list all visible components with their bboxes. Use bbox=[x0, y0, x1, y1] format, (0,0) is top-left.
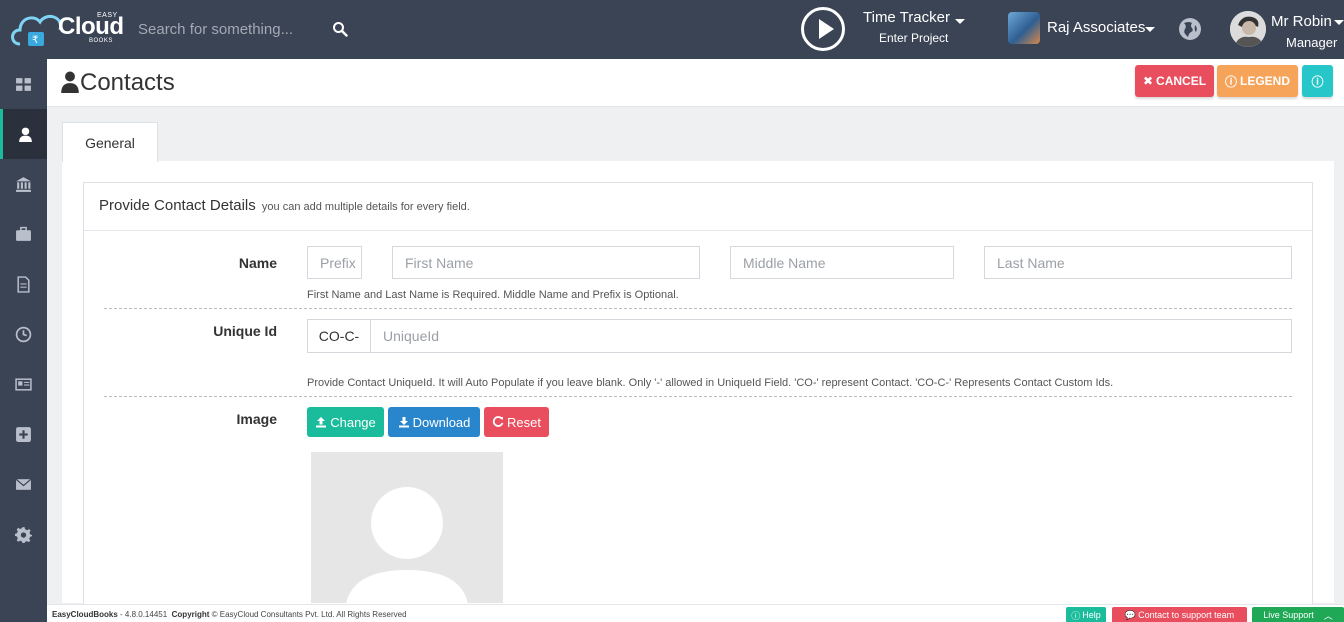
search-icon[interactable] bbox=[332, 21, 348, 37]
download-icon bbox=[398, 417, 409, 428]
footer-version: - 4.8.0.14451 bbox=[120, 610, 168, 619]
info-icon: ⓘ bbox=[1224, 74, 1237, 89]
legend-label: LEGEND bbox=[1240, 74, 1291, 88]
page-header: Contacts ✖ CANCEL ⓘ LEGEND ⓘ bbox=[47, 59, 1344, 107]
divider bbox=[104, 396, 1292, 397]
panel-title-text: Provide Contact Details bbox=[99, 197, 256, 214]
tab-general[interactable]: General bbox=[62, 122, 158, 162]
footer-app-name: EasyCloudBooks bbox=[52, 610, 118, 619]
avatar[interactable] bbox=[1230, 11, 1266, 47]
panel-subtitle: you can add multiple details for every f… bbox=[261, 201, 470, 213]
page-title: Contacts bbox=[80, 69, 175, 96]
upload-icon bbox=[316, 417, 327, 428]
support-label: Contact to support team bbox=[1138, 610, 1235, 620]
time-tracker-title[interactable]: Time Tracker bbox=[863, 9, 950, 26]
time-tracker-project[interactable]: Enter Project bbox=[879, 31, 948, 45]
image-label: Image bbox=[236, 411, 277, 427]
chevron-down-icon[interactable] bbox=[955, 19, 965, 24]
sidebar-item-mail[interactable] bbox=[0, 459, 47, 509]
chevron-up-icon: ︿ bbox=[1323, 610, 1333, 621]
svg-text:₹: ₹ bbox=[32, 35, 38, 46]
briefcase-icon bbox=[16, 226, 31, 241]
unique-id-prefix: CO-C- bbox=[307, 319, 371, 353]
footer-copyright-label: Copyright bbox=[171, 610, 210, 619]
logo-cloud-text: Cloud bbox=[58, 13, 124, 40]
card-icon bbox=[15, 377, 32, 391]
close-icon: ✖ bbox=[1142, 74, 1154, 88]
prefix-field[interactable] bbox=[307, 246, 362, 279]
sidebar-item-banking[interactable] bbox=[0, 159, 47, 209]
last-name-field[interactable] bbox=[984, 246, 1292, 279]
contact-support-button[interactable]: 💬 Contact to support team bbox=[1112, 607, 1247, 622]
bank-icon bbox=[16, 176, 31, 192]
gear-icon bbox=[15, 526, 32, 543]
download-image-button[interactable]: Download bbox=[388, 407, 480, 437]
top-navbar: ₹ EASY Cloud BOOKS Time Tracker Enter Pr… bbox=[0, 0, 1344, 59]
chevron-down-icon[interactable] bbox=[1334, 20, 1344, 25]
name-help-text: First Name and Last Name is Required. Mi… bbox=[307, 289, 679, 301]
reset-label: Reset bbox=[507, 414, 541, 430]
user-name[interactable]: Mr Robin bbox=[1271, 13, 1332, 30]
help-button[interactable]: ⓘ Help bbox=[1066, 607, 1106, 622]
footer: EasyCloudBooks - 4.8.0.14451 Copyright ©… bbox=[47, 604, 1344, 622]
company-logo[interactable] bbox=[1008, 12, 1040, 44]
help-label: Help bbox=[1082, 610, 1101, 620]
easycloudbooks-logo[interactable]: ₹ EASY Cloud BOOKS bbox=[8, 4, 124, 52]
cancel-label: CANCEL bbox=[1156, 74, 1207, 88]
sidebar-item-cards[interactable] bbox=[0, 359, 47, 409]
change-image-button[interactable]: Change bbox=[307, 407, 384, 437]
play-timer-button[interactable] bbox=[801, 7, 845, 51]
unique-id-label: Unique Id bbox=[213, 323, 277, 339]
footer-copyright-text: © EasyCloud Consultants Pvt. Ltd. All Ri… bbox=[211, 610, 407, 619]
first-name-field[interactable] bbox=[392, 246, 700, 279]
sidebar bbox=[0, 59, 47, 622]
logo-books-text: BOOKS bbox=[89, 38, 113, 44]
user-icon bbox=[61, 71, 79, 93]
info-button[interactable]: ⓘ bbox=[1302, 65, 1333, 97]
document-icon bbox=[17, 275, 30, 293]
unique-id-help-text: Provide Contact UniqueId. It will Auto P… bbox=[307, 377, 1114, 389]
sidebar-item-contacts[interactable] bbox=[0, 109, 47, 159]
divider bbox=[104, 308, 1292, 309]
panel-header: Provide Contact Details you can add mult… bbox=[84, 183, 1312, 231]
envelope-icon bbox=[15, 478, 32, 490]
sidebar-item-settings[interactable] bbox=[0, 509, 47, 559]
refresh-icon bbox=[492, 416, 504, 427]
live-support-label: Live Support bbox=[1263, 610, 1314, 620]
contact-image-placeholder bbox=[311, 452, 503, 603]
footer-copyright: EasyCloudBooks - 4.8.0.14451 Copyright ©… bbox=[52, 610, 407, 619]
user-icon bbox=[18, 127, 32, 142]
legend-button[interactable]: ⓘ LEGEND bbox=[1217, 65, 1298, 97]
sidebar-item-add[interactable] bbox=[0, 409, 47, 459]
chat-icon: 💬 bbox=[1124, 609, 1137, 620]
live-support-button[interactable]: Live Support ︿ bbox=[1252, 607, 1344, 622]
panel-title: Provide Contact Details you can add mult… bbox=[99, 197, 470, 214]
user-role: Manager bbox=[1286, 35, 1338, 50]
reset-image-button[interactable]: Reset bbox=[484, 407, 549, 437]
unique-id-prefix-text: CO-C- bbox=[318, 328, 360, 344]
sidebar-item-time[interactable] bbox=[0, 309, 47, 359]
user-photo-icon bbox=[1230, 11, 1266, 47]
tab-general-label: General bbox=[85, 134, 135, 151]
chevron-down-icon[interactable] bbox=[1145, 27, 1155, 32]
cancel-button[interactable]: ✖ CANCEL bbox=[1135, 65, 1214, 97]
avatar-placeholder-icon bbox=[346, 487, 468, 603]
plus-square-icon bbox=[16, 426, 31, 442]
unique-id-field[interactable] bbox=[370, 319, 1292, 353]
info-icon: ⓘ bbox=[1311, 74, 1324, 89]
sidebar-item-dashboard[interactable] bbox=[0, 59, 47, 109]
globe-icon[interactable] bbox=[1178, 17, 1202, 41]
middle-name-field[interactable] bbox=[730, 246, 954, 279]
sidebar-item-documents[interactable] bbox=[0, 259, 47, 309]
download-label: Download bbox=[412, 414, 471, 430]
name-label: Name bbox=[238, 255, 277, 271]
clock-icon bbox=[15, 326, 32, 342]
change-label: Change bbox=[330, 414, 376, 430]
search-input[interactable] bbox=[130, 14, 330, 44]
dashboard-icon bbox=[16, 77, 31, 91]
sidebar-item-projects[interactable] bbox=[0, 209, 47, 259]
company-name[interactable]: Raj Associates bbox=[1047, 19, 1145, 36]
info-icon: ⓘ bbox=[1071, 610, 1081, 621]
